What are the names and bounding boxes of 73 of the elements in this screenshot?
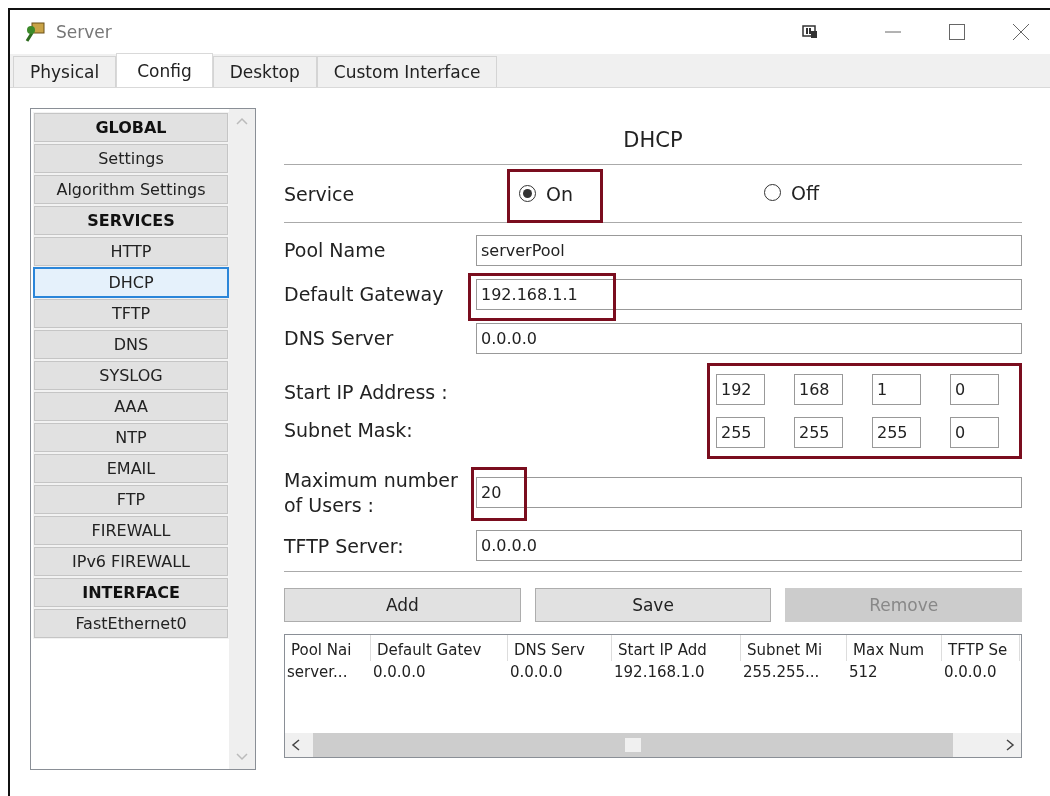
table-cell-text: 0.0.0.0 <box>943 662 998 684</box>
sidebar-item[interactable]: TFTP <box>33 298 229 329</box>
field-label: Subnet Mask: <box>284 419 414 441</box>
tab[interactable]: Desktop <box>212 56 317 87</box>
field-label: Start IP Address : <box>284 381 448 403</box>
tab[interactable]: Config <box>116 53 213 87</box>
octet-field[interactable]: 255 <box>872 417 921 448</box>
octet-field[interactable]: 255 <box>794 417 843 448</box>
sidebar-item[interactable]: EMAIL <box>33 453 229 484</box>
field-label: TFTP Server: <box>284 533 405 559</box>
sidebar-header[interactable]: SERVICES <box>33 205 229 236</box>
octet-field[interactable]: 168 <box>794 374 843 405</box>
sidebar-item[interactable]: DHCP <box>33 267 229 298</box>
column-header[interactable]: Start IP Add <box>612 635 741 662</box>
sidebar-item[interactable]: NTP <box>33 422 229 453</box>
scrollbar[interactable] <box>285 733 1021 758</box>
table-cell-text: 192.168.1.0 <box>613 662 706 684</box>
field-label: Pool Name <box>284 238 387 263</box>
display-icon[interactable] <box>802 25 818 39</box>
octet-field[interactable]: 255 <box>716 417 765 448</box>
radio-button[interactable]: On <box>519 182 573 205</box>
close-button[interactable] <box>1012 23 1030 41</box>
octet-field[interactable]: 0 <box>950 417 999 448</box>
input-field[interactable]: 20 <box>476 477 1022 509</box>
column-header[interactable]: Default Gatev <box>371 635 508 662</box>
table-cell-text: 512 <box>848 662 879 684</box>
sidebar-header[interactable]: GLOBAL <box>33 112 229 143</box>
sidebar-item[interactable]: Settings <box>33 143 229 174</box>
window-title: Server <box>56 22 112 42</box>
scroll-down-icon[interactable] <box>236 753 248 761</box>
sidebar-item[interactable]: SYSLOG <box>33 360 229 391</box>
octet-field[interactable]: 0 <box>950 374 999 405</box>
column-header[interactable]: Max Num <box>847 635 942 662</box>
scroll-thumb[interactable] <box>625 738 641 753</box>
table-cell-text: 255.255... <box>742 662 821 684</box>
octet-field[interactable]: 192 <box>716 374 765 405</box>
column-header[interactable]: Pool Nai <box>285 635 371 662</box>
table-cell-text: 0.0.0.0 <box>372 662 427 684</box>
column-header[interactable]: DNS Serv <box>508 635 612 662</box>
sidebar-item[interactable]: Algorithm Settings <box>33 174 229 205</box>
sidebar-item[interactable]: IPv6 FIREWALL <box>33 546 229 577</box>
sidebar-header[interactable]: INTERFACE <box>33 577 229 608</box>
scroll-up-icon[interactable] <box>236 117 248 125</box>
column-header[interactable]: Subnet Mi <box>741 635 847 662</box>
input-field[interactable]: 0.0.0.0 <box>476 323 1022 354</box>
maximize-button[interactable] <box>948 23 966 41</box>
column-header[interactable]: TFTP Se <box>942 635 1020 662</box>
table-cell-text: server... <box>286 662 349 684</box>
field-label: Service <box>284 182 356 205</box>
tab[interactable]: Physical <box>13 56 117 87</box>
scrollbar[interactable] <box>229 109 255 769</box>
scroll-left-icon[interactable] <box>291 739 301 752</box>
table-cell-text: 0.0.0.0 <box>509 662 564 684</box>
panel-title: DHCP <box>622 128 684 152</box>
tab[interactable]: Custom Interface <box>316 56 498 87</box>
server-icon <box>24 21 46 43</box>
input-field[interactable]: 192.168.1.1 <box>476 279 1022 310</box>
field-label: Maximum number of Users : <box>284 468 459 518</box>
sidebar-item[interactable]: DNS <box>33 329 229 360</box>
action-button[interactable]: Add <box>284 588 521 623</box>
input-field[interactable]: 0.0.0.0 <box>476 530 1022 562</box>
field-label: DNS Server <box>284 326 395 351</box>
field-label: Default Gateway <box>284 282 445 307</box>
input-field[interactable]: serverPool <box>476 235 1022 266</box>
sidebar-item[interactable]: FTP <box>33 484 229 515</box>
radio-button[interactable]: Off <box>764 181 820 204</box>
sidebar-item[interactable]: FIREWALL <box>33 515 229 546</box>
sidebar-item[interactable]: HTTP <box>33 236 229 267</box>
sidebar-item[interactable]: AAA <box>33 391 229 422</box>
octet-field[interactable]: 1 <box>872 374 921 405</box>
sidebar-item[interactable]: FastEthernet0 <box>33 608 229 639</box>
action-button[interactable]: Save <box>534 588 772 623</box>
scroll-right-icon[interactable] <box>1005 739 1015 752</box>
